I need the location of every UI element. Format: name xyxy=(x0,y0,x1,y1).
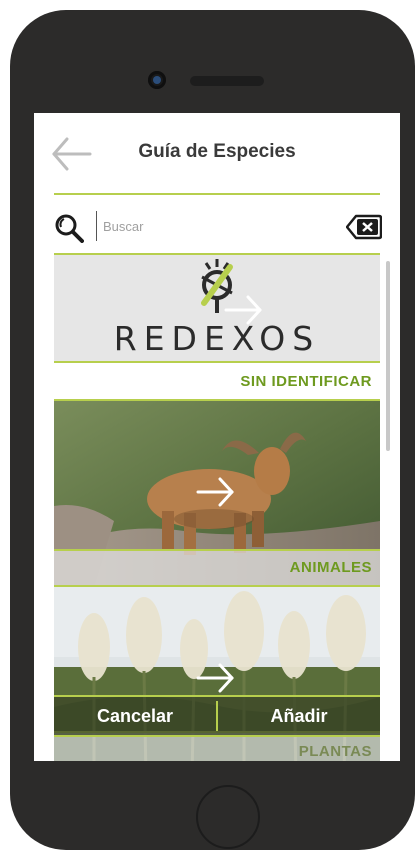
category-label: PLANTAS xyxy=(298,743,372,760)
forward-arrow-icon xyxy=(196,477,234,507)
speaker-grille xyxy=(190,76,264,86)
brand-logo-text: REDEXOS xyxy=(113,319,321,358)
app-header: Guía de Especies xyxy=(34,113,400,191)
search-input[interactable] xyxy=(96,211,333,241)
forward-arrow-icon xyxy=(224,295,262,325)
backspace-icon[interactable] xyxy=(346,214,382,240)
category-label-band: ANIMALES xyxy=(54,549,380,587)
home-button[interactable] xyxy=(196,785,260,849)
category-card-unidentified[interactable]: REDEXOS SIN IDENTIFICAR xyxy=(54,253,380,399)
cancel-button[interactable]: Cancelar xyxy=(54,697,216,735)
header-divider xyxy=(54,193,380,195)
page-title: Guía de Especies xyxy=(138,141,296,162)
category-card-animals[interactable]: ANIMALES xyxy=(54,399,380,587)
search-bar xyxy=(54,205,382,247)
list-scrollbar[interactable] xyxy=(386,261,390,451)
action-bar: Cancelar Añadir xyxy=(54,695,380,737)
forward-arrow-icon xyxy=(196,663,234,693)
category-label: SIN IDENTIFICAR xyxy=(240,373,372,390)
app-screen: Guía de Especies Buscar REDEXOS SIN IDEN… xyxy=(34,113,400,761)
category-label: ANIMALES xyxy=(289,559,372,576)
species-category-list: REDEXOS SIN IDENTIFICAR ANIMALES PLANTAS xyxy=(54,253,380,761)
add-button[interactable]: Añadir xyxy=(218,697,380,735)
brand-logo-panel: REDEXOS xyxy=(54,253,380,363)
camera-icon xyxy=(148,71,166,89)
magnifier-icon xyxy=(55,214,84,243)
